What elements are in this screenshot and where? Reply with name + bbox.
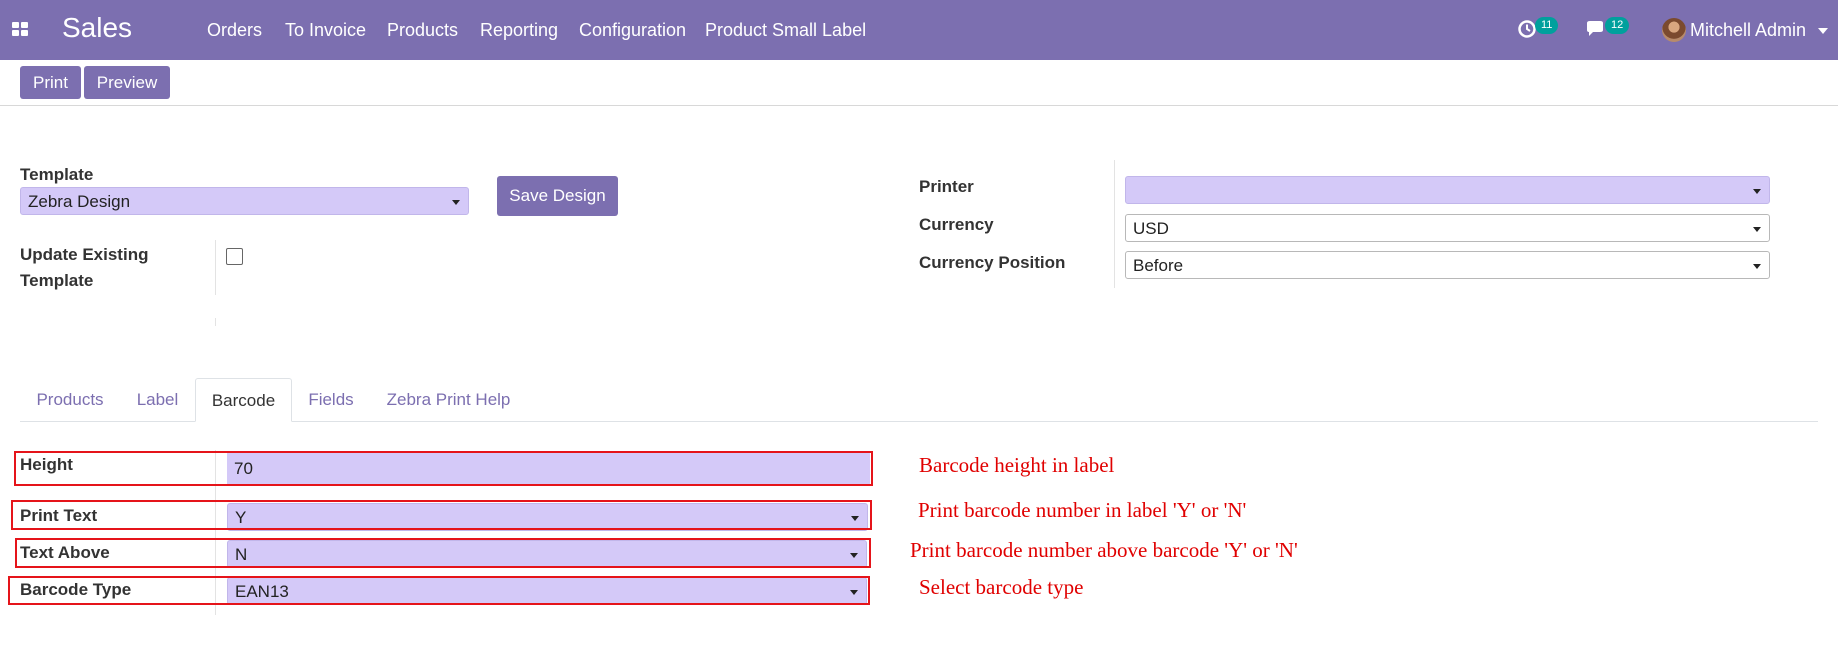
- user-menu-caret-icon[interactable]: [1818, 28, 1828, 34]
- template-label: Template: [20, 165, 94, 184]
- currency-position-value: Before: [1133, 256, 1184, 275]
- field-divider: [215, 318, 216, 326]
- printer-label: Printer: [919, 177, 974, 196]
- update-existing-checkbox[interactable]: [226, 248, 243, 265]
- height-annotation: Barcode height in label: [919, 453, 1115, 477]
- currency-value: USD: [1133, 219, 1169, 238]
- tab-label[interactable]: Label: [122, 378, 193, 422]
- menu-to-invoice[interactable]: To Invoice: [285, 20, 366, 41]
- apps-menu-icon[interactable]: [12, 22, 28, 36]
- menu-product-small-label[interactable]: Product Small Label: [705, 20, 866, 41]
- height-highlight-box: [14, 451, 873, 486]
- print-text-annotation: Print barcode number in label 'Y' or 'N': [918, 498, 1247, 522]
- chevron-down-icon: [452, 200, 460, 205]
- currency-position-select[interactable]: Before: [1125, 251, 1770, 279]
- tab-barcode[interactable]: Barcode: [195, 378, 292, 422]
- currency-label: Currency: [919, 215, 994, 234]
- menu-configuration[interactable]: Configuration: [579, 20, 686, 41]
- tab-fields[interactable]: Fields: [294, 378, 368, 422]
- activity-count-badge: 11: [1535, 17, 1559, 34]
- save-design-button[interactable]: Save Design: [497, 176, 618, 216]
- barcode-type-annotation: Select barcode type: [919, 575, 1084, 599]
- user-avatar[interactable]: [1662, 18, 1686, 42]
- menu-products[interactable]: Products: [387, 20, 458, 41]
- currency-select[interactable]: USD: [1125, 214, 1770, 242]
- messages-chat-icon[interactable]: [1584, 18, 1606, 40]
- chevron-down-icon: [1753, 227, 1761, 232]
- text-above-highlight-box: [15, 538, 871, 568]
- update-existing-label-line2: Template: [20, 271, 94, 290]
- message-count-badge: 12: [1605, 17, 1630, 34]
- control-panel: [0, 60, 1838, 106]
- app-title[interactable]: Sales: [62, 12, 132, 44]
- menu-orders[interactable]: Orders: [207, 20, 262, 41]
- field-divider: [215, 240, 216, 295]
- chevron-down-icon: [1753, 264, 1761, 269]
- update-existing-label-line1: Update Existing: [20, 245, 149, 264]
- top-navbar: Sales Orders To Invoice Products Reporti…: [0, 0, 1838, 60]
- template-select[interactable]: Zebra Design: [20, 187, 469, 215]
- tab-zebra-print-help[interactable]: Zebra Print Help: [370, 378, 527, 422]
- barcode-type-highlight-box: [8, 576, 870, 605]
- text-above-annotation: Print barcode number above barcode 'Y' o…: [910, 538, 1298, 562]
- tab-products[interactable]: Products: [20, 378, 120, 422]
- printer-select[interactable]: [1125, 176, 1770, 204]
- print-text-highlight-box: [11, 500, 872, 530]
- currency-position-label: Currency Position: [919, 253, 1066, 272]
- chevron-down-icon: [1753, 189, 1761, 194]
- field-divider: [1114, 160, 1115, 288]
- user-name[interactable]: Mitchell Admin: [1690, 20, 1806, 41]
- print-button[interactable]: Print: [20, 66, 81, 99]
- menu-reporting[interactable]: Reporting: [480, 20, 558, 41]
- template-value: Zebra Design: [28, 192, 131, 211]
- preview-button[interactable]: Preview: [84, 66, 170, 99]
